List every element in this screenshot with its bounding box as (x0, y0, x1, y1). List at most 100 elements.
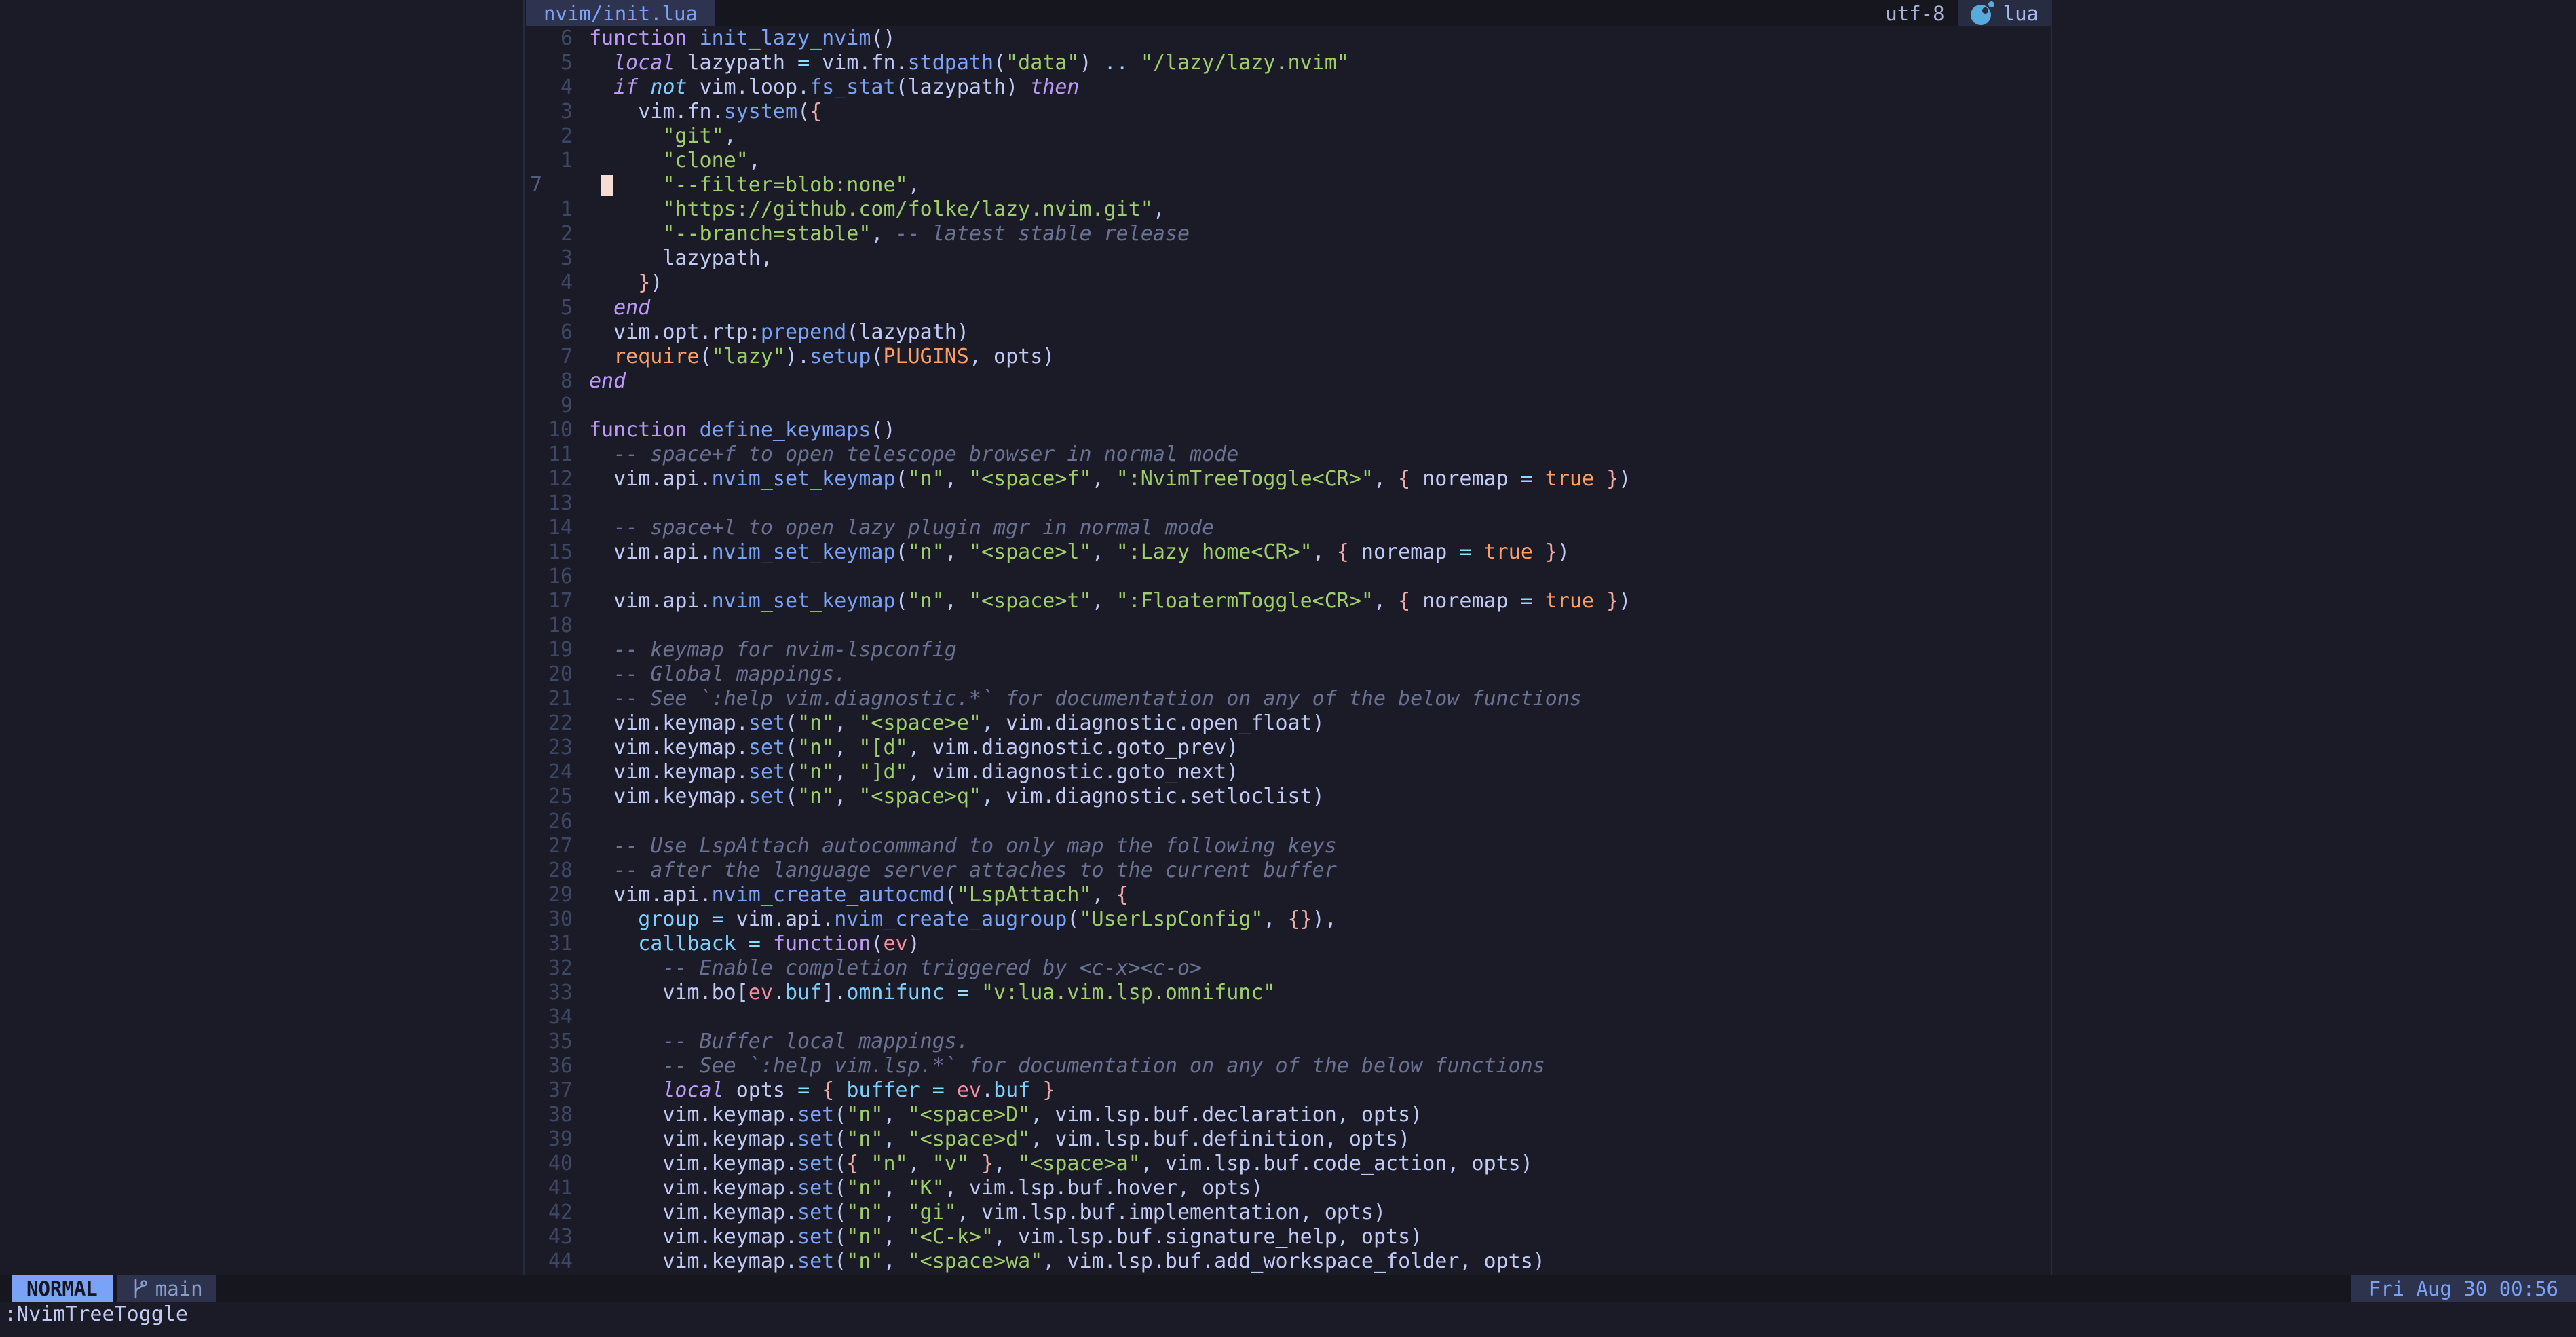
window-separator-right (2051, 0, 2052, 1275)
code-line[interactable]: 1 "https://github.com/folke/lazy.nvim.gi… (526, 197, 2051, 222)
code-line[interactable]: 11 -- space+f to open telescope browser … (526, 442, 2051, 467)
code-line[interactable]: 16 (526, 565, 2051, 589)
line-number: 31 (526, 932, 589, 956)
line-number: 15 (526, 540, 589, 565)
code-line[interactable]: 5 local lazypath = vim.fn.stdpath("data"… (526, 51, 2051, 75)
code-line[interactable]: 1 "clone", (526, 149, 2051, 173)
clock: Fri Aug 30 00:56 (2351, 1275, 2576, 1302)
line-number: 29 (526, 883, 589, 907)
git-branch-icon (131, 1278, 149, 1300)
code-line[interactable]: 40 vim.keymap.set({ "n", "v" }, "<space>… (526, 1152, 2051, 1176)
line-number: 28 (526, 859, 589, 883)
line-number: 12 (526, 467, 589, 491)
code-line[interactable]: 20 -- Global mappings. (526, 662, 2051, 687)
line-number: 38 (526, 1103, 589, 1127)
line-number: 21 (526, 687, 589, 711)
line-number: 5 (526, 51, 589, 75)
code-line[interactable]: 35 -- Buffer local mappings. (526, 1030, 2051, 1054)
tabline: nvim/init.lua utf-8 lua (526, 0, 2051, 26)
code-line[interactable]: 6 vim.opt.rtp:prepend(lazypath) (526, 320, 2051, 345)
code-line[interactable]: 19 -- keymap for nvim-lspconfig (526, 638, 2051, 662)
code-line[interactable]: 12 vim.api.nvim_set_keymap("n", "<space>… (526, 467, 2051, 491)
line-number: 37 (526, 1078, 589, 1103)
line-number: 26 (526, 810, 589, 834)
code-line[interactable]: 3 vim.fn.system({ (526, 100, 2051, 124)
code-line[interactable]: 38 vim.keymap.set("n", "<space>D", vim.l… (526, 1103, 2051, 1127)
code-line[interactable]: 9 (526, 394, 2051, 418)
line-number: 7 (526, 345, 589, 369)
code-line[interactable]: 2 "--branch=stable", -- latest stable re… (526, 222, 2051, 246)
code-line[interactable]: 39 vim.keymap.set("n", "<space>d", vim.l… (526, 1127, 2051, 1152)
code-line[interactable]: 32 -- Enable completion triggered by <c-… (526, 956, 2051, 981)
code-line[interactable]: 14 -- space+l to open lazy plugin mgr in… (526, 516, 2051, 540)
code-line[interactable]: 27 -- Use LspAttach autocommand to only … (526, 834, 2051, 859)
code-line[interactable]: 29 vim.api.nvim_create_autocmd("LspAttac… (526, 883, 2051, 907)
code-line[interactable]: 30 group = vim.api.nvim_create_augroup("… (526, 907, 2051, 932)
code-line[interactable]: 22 vim.keymap.set("n", "<space>e", vim.d… (526, 711, 2051, 736)
current-line-number: 7 (526, 173, 589, 197)
code-line[interactable]: 25 vim.keymap.set("n", "<space>q", vim.d… (526, 785, 2051, 809)
mode-indicator: NORMAL (12, 1275, 113, 1302)
line-number: 44 (526, 1249, 589, 1274)
filetype-label: lua (2003, 2, 2039, 25)
line-number: 25 (526, 785, 589, 809)
code-line[interactable]: 2 "git", (526, 124, 2051, 149)
command-line[interactable]: :NvimTreeToggle (4, 1302, 188, 1327)
line-number: 9 (526, 394, 589, 418)
code-line[interactable]: 5 end (526, 296, 2051, 320)
line-number: 43 (526, 1225, 589, 1249)
lua-icon (1971, 1, 1995, 26)
git-branch: main (117, 1275, 216, 1302)
line-number: 39 (526, 1127, 589, 1152)
line-number: 3 (526, 100, 589, 124)
code-line[interactable]: 21 -- See `:help vim.diagnostic.*` for d… (526, 687, 2051, 711)
line-number: 30 (526, 907, 589, 932)
code-line[interactable]: 6function init_lazy_nvim() (526, 26, 2051, 51)
line-number: 3 (526, 246, 589, 271)
line-number: 36 (526, 1054, 589, 1078)
code-line[interactable]: 41 vim.keymap.set("n", "K", vim.lsp.buf.… (526, 1176, 2051, 1201)
code-line[interactable]: 17 vim.api.nvim_set_keymap("n", "<space>… (526, 589, 2051, 614)
code-line[interactable]: 23 vim.keymap.set("n", "[d", vim.diagnos… (526, 736, 2051, 760)
code-line[interactable]: 10function define_keymaps() (526, 418, 2051, 442)
code-line[interactable]: 4 }) (526, 271, 2051, 295)
code-line[interactable]: 34 (526, 1005, 2051, 1030)
code-line[interactable]: 3 lazypath, (526, 246, 2051, 271)
line-number: 20 (526, 662, 589, 687)
line-number: 2 (526, 222, 589, 246)
line-number: 4 (526, 75, 589, 100)
tab-init-lua[interactable]: nvim/init.lua (526, 0, 715, 26)
editor-window: nvim/init.lua utf-8 lua 6function init_l… (526, 0, 2051, 1275)
neovim-screen: nvim/init.lua utf-8 lua 6function init_l… (0, 0, 2576, 1337)
code-line[interactable]: 44 vim.keymap.set("n", "<space>wa", vim.… (526, 1249, 2051, 1274)
line-number: 1 (526, 149, 589, 173)
code-line[interactable]: 36 -- See `:help vim.lsp.*` for document… (526, 1054, 2051, 1078)
line-number: 5 (526, 296, 589, 320)
code-line[interactable]: 8end (526, 369, 2051, 394)
code-line[interactable]: 31 callback = function(ev) (526, 932, 2051, 956)
code-line[interactable]: 26 (526, 810, 2051, 834)
code-line[interactable]: 37 local opts = { buffer = ev.buf } (526, 1078, 2051, 1103)
code-line[interactable]: 33 vim.bo[ev.buf].omnifunc = "v:lua.vim.… (526, 981, 2051, 1005)
code-line[interactable]: 18 (526, 614, 2051, 638)
code-line[interactable]: 7 "--filter=blob:none", (526, 173, 2051, 197)
line-number: 27 (526, 834, 589, 859)
code-line[interactable]: 43 vim.keymap.set("n", "<C-k>", vim.lsp.… (526, 1225, 2051, 1249)
line-number: 8 (526, 369, 589, 394)
line-number: 35 (526, 1030, 589, 1054)
tab-label: nvim/init.lua (544, 2, 698, 25)
statusline-spacer (216, 1275, 2351, 1302)
code-line[interactable]: 15 vim.api.nvim_set_keymap("n", "<space>… (526, 540, 2051, 565)
line-number: 1 (526, 197, 589, 222)
line-number: 6 (526, 320, 589, 345)
code-line[interactable]: 24 vim.keymap.set("n", "]d", vim.diagnos… (526, 760, 2051, 785)
code-line[interactable]: 13 (526, 491, 2051, 516)
code-area[interactable]: 6function init_lazy_nvim()5 local lazypa… (526, 26, 2051, 1275)
line-number: 23 (526, 736, 589, 760)
code-line[interactable]: 42 vim.keymap.set("n", "gi", vim.lsp.buf… (526, 1201, 2051, 1225)
line-number: 4 (526, 271, 589, 295)
code-line[interactable]: 28 -- after the language server attaches… (526, 859, 2051, 883)
code-line[interactable]: 7 require("lazy").setup(PLUGINS, opts) (526, 345, 2051, 369)
line-number: 41 (526, 1176, 589, 1201)
code-line[interactable]: 4 if not vim.loop.fs_stat(lazypath) then (526, 75, 2051, 100)
